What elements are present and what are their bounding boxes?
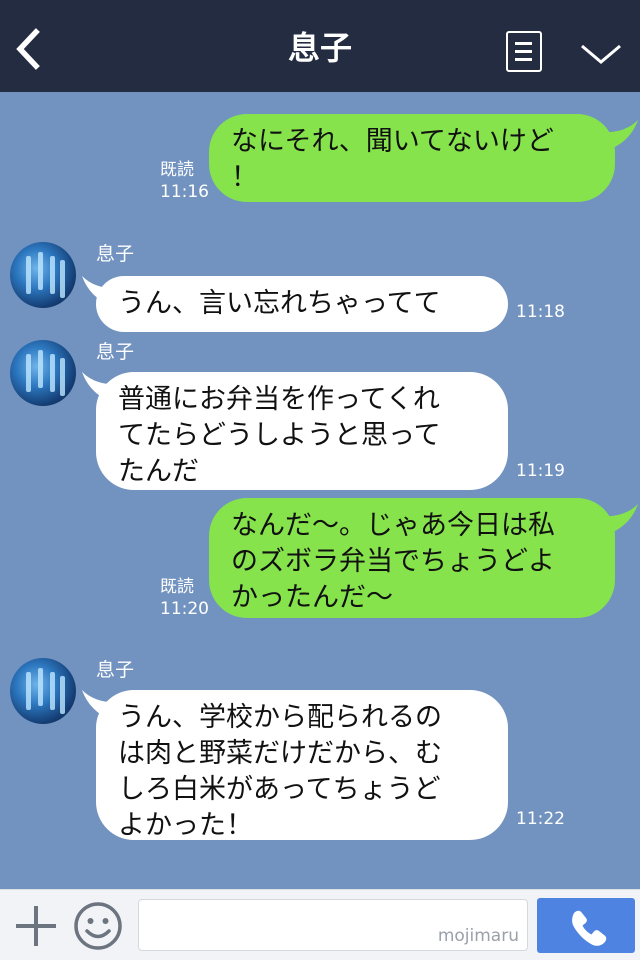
menu-button[interactable] [506, 31, 542, 72]
add-button[interactable] [14, 904, 58, 948]
message-text: うん、言い忘れちゃってて [118, 288, 441, 319]
sender-name: 息子 [96, 243, 135, 265]
message-time: 11:20 [160, 599, 209, 619]
smile-icon [74, 902, 122, 950]
chat-header: 息子 [0, 0, 640, 92]
input-bar: mojimaru [0, 889, 640, 960]
phone-icon [572, 910, 607, 946]
collapse-button[interactable] [578, 40, 624, 68]
message-bubble-incoming[interactable]: うん、学校から配られるの は肉と野菜だけだから、む しろ白米があってちょうど よ… [96, 690, 508, 841]
chat-title: 息子 [287, 29, 352, 67]
message-bubble-outgoing[interactable]: なんだ〜。じゃあ今日は私 のズボラ弁当でちょうどよ かったんだ〜 [209, 498, 615, 618]
message-time: 11:22 [516, 809, 565, 829]
sender-name: 息子 [96, 659, 135, 681]
message-list[interactable]: 既読 11:16 なにそれ、聞いてないけど ！ 息子 うん、言い忘れちゃってて … [0, 92, 640, 889]
message-text: 普通にお弁当を作ってくれ てたらどうしようと思って たんだ [118, 384, 441, 487]
chevron-down-icon [581, 44, 621, 64]
read-receipt: 既読 [160, 577, 194, 597]
avatar[interactable] [10, 242, 76, 308]
emoji-button[interactable] [72, 900, 124, 952]
call-button[interactable] [537, 898, 635, 953]
message-text: なにそれ、聞いてないけど ！ [231, 126, 554, 193]
message-text: うん、学校から配られるの は肉と野菜だけだから、む しろ白米があってちょうど よ… [118, 702, 442, 841]
message-bubble-incoming[interactable]: 普通にお弁当を作ってくれ てたらどうしようと思って たんだ [96, 372, 508, 490]
avatar[interactable] [10, 658, 76, 724]
message-time: 11:19 [516, 461, 565, 481]
message-text: なんだ〜。じゃあ今日は私 のズボラ弁当でちょうどよ かったんだ〜 [231, 510, 555, 613]
message-bubble-outgoing[interactable]: なにそれ、聞いてないけど ！ [209, 114, 615, 202]
message-input[interactable]: mojimaru [138, 899, 528, 951]
avatar[interactable] [10, 340, 76, 406]
plus-icon [16, 906, 56, 946]
sender-name: 息子 [96, 341, 135, 363]
message-time: 11:18 [516, 302, 565, 322]
watermark: mojimaru [437, 926, 519, 946]
read-receipt: 既読 [160, 160, 194, 180]
message-time: 11:16 [160, 182, 209, 202]
message-bubble-incoming[interactable]: うん、言い忘れちゃってて [96, 276, 508, 332]
